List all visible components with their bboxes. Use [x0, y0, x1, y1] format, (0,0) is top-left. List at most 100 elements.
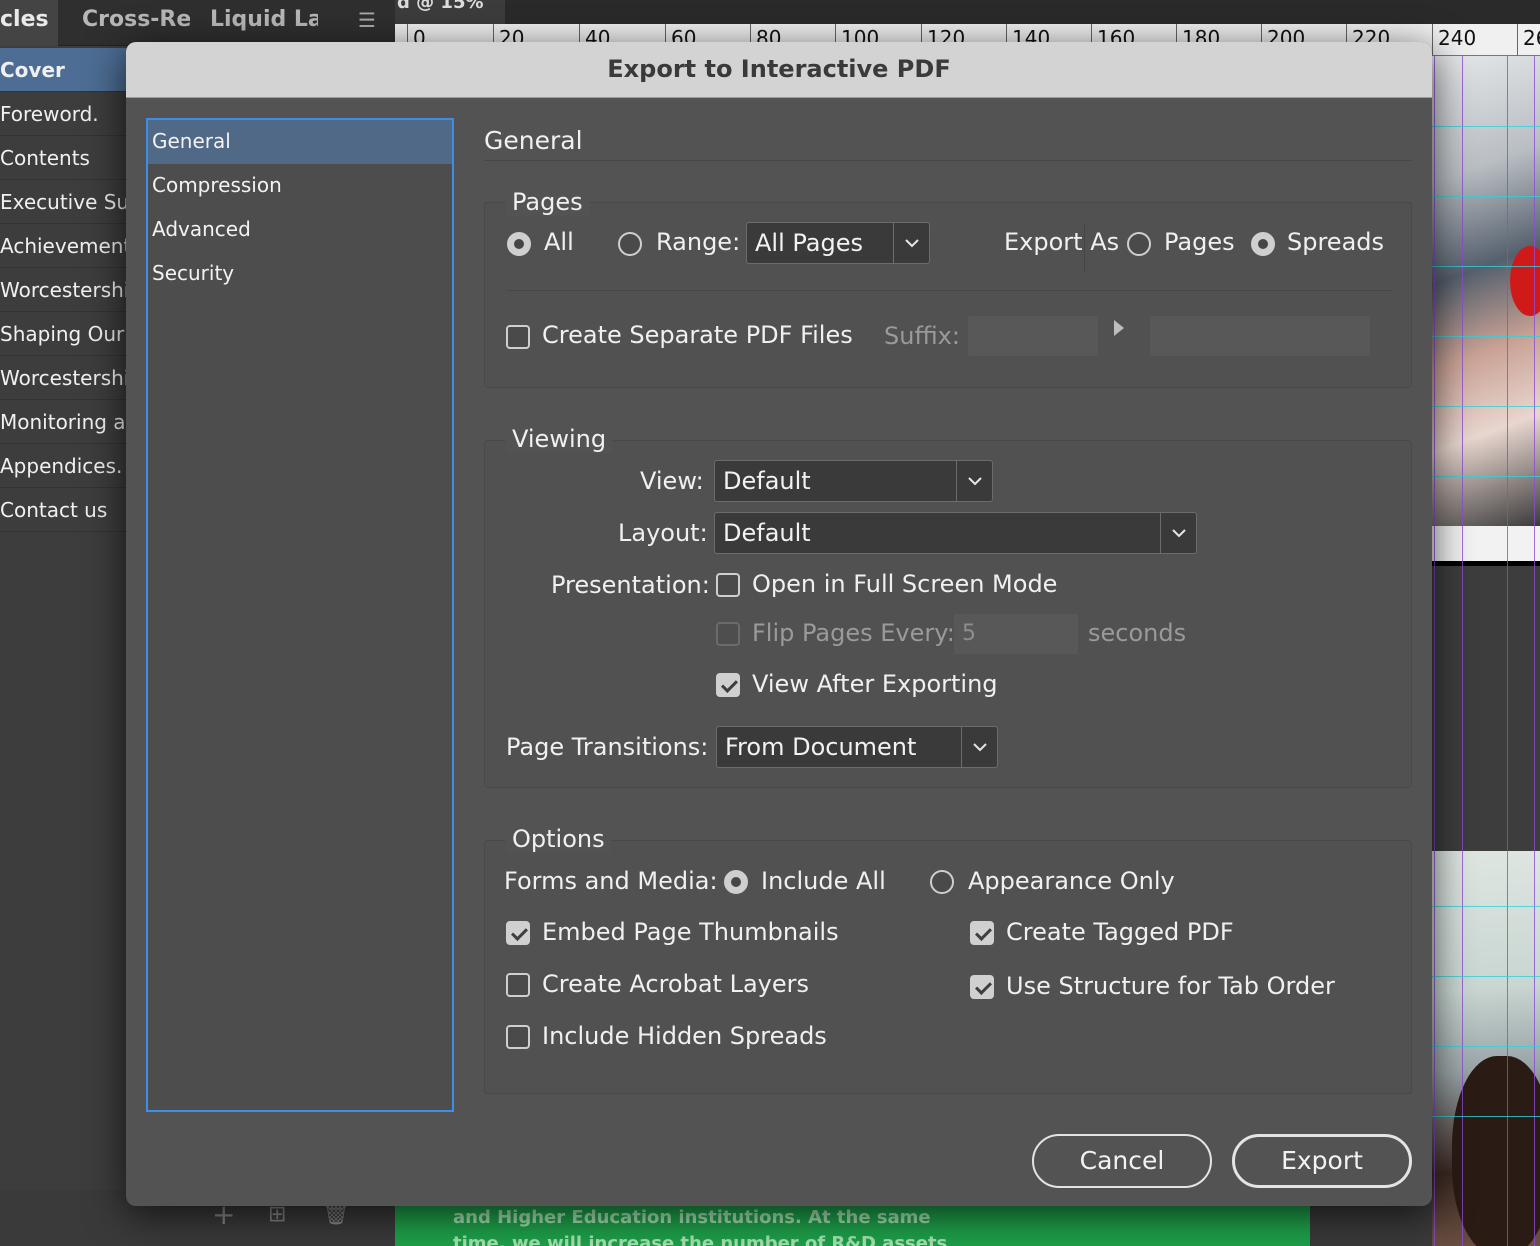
nav-item-compression[interactable]: Compression [148, 164, 452, 208]
list-item[interactable]: Contents [0, 136, 126, 180]
column-guide [1462, 56, 1463, 1246]
range-label: Range: [656, 228, 741, 256]
separate-pdf-label: Create Separate PDF Files [542, 321, 853, 349]
embed-thumbnails-checkbox[interactable] [506, 921, 530, 945]
articles-list: Cover Foreword. Contents Executive Sur A… [0, 46, 126, 1206]
flip-pages-label: Flip Pages Every: [752, 619, 955, 647]
nav-item-general[interactable]: General [148, 120, 452, 164]
all-pages-radio[interactable] [507, 232, 531, 256]
export-button[interactable]: Export [1232, 1134, 1412, 1188]
appearance-only-radio[interactable] [930, 870, 954, 894]
list-item[interactable]: Achievement [0, 224, 126, 268]
view-select[interactable]: Default [714, 460, 993, 502]
chevron-down-icon[interactable] [956, 461, 992, 501]
divider [484, 160, 1412, 161]
baseline-guide [1432, 976, 1540, 977]
canvas-text-line: time, we will increase the number of R&D… [453, 1233, 948, 1246]
options-legend: Options [506, 825, 611, 853]
full-screen-checkbox[interactable] [716, 573, 740, 597]
canvas-text: and Higher Education institutions. At th… [453, 1205, 953, 1246]
list-item[interactable]: Executive Sur [0, 180, 126, 224]
list-item[interactable]: Shaping Our [0, 312, 126, 356]
suffix-label: Suffix: [884, 322, 960, 350]
tab-order-checkbox[interactable] [970, 975, 994, 999]
panel-tab-liquid-layout[interactable]: Liquid La [210, 0, 318, 46]
list-item[interactable]: Monitoring ai [0, 400, 126, 444]
forms-media-label: Forms and Media: [504, 867, 718, 895]
page-transitions-select[interactable]: From Document [716, 726, 998, 768]
baseline-guide [1432, 1116, 1540, 1117]
full-screen-label: Open in Full Screen Mode [752, 570, 1058, 598]
hidden-spreads-checkbox[interactable] [506, 1025, 530, 1049]
seconds-label: seconds [1088, 619, 1187, 647]
dialog-title: Export to Interactive PDF [607, 55, 951, 83]
export-spreads-label: Spreads [1287, 228, 1385, 256]
photo-detail [1452, 1056, 1540, 1246]
hidden-spreads-label: Include Hidden Spreads [542, 1022, 827, 1050]
baseline-guide [1432, 1046, 1540, 1047]
view-after-export-checkbox[interactable] [716, 673, 740, 697]
cancel-button[interactable]: Cancel [1032, 1134, 1212, 1188]
suffix-token-field[interactable] [1150, 316, 1370, 356]
baseline-guide [1432, 476, 1540, 477]
column-guide [1507, 56, 1508, 1246]
suffix-field[interactable] [968, 316, 1098, 356]
export-pdf-dialog: Export to Interactive PDF General Compre… [126, 42, 1432, 1206]
chevron-down-icon[interactable] [961, 727, 997, 767]
nav-item-advanced[interactable]: Advanced [148, 208, 452, 252]
tab-order-label: Use Structure for Tab Order [1006, 972, 1335, 1000]
range-radio[interactable] [618, 232, 642, 256]
caret-right-icon[interactable] [1114, 320, 1124, 336]
layout-select[interactable]: Default [714, 512, 1197, 554]
list-item[interactable]: Appendices. [0, 444, 126, 488]
nav-item-security[interactable]: Security [148, 252, 452, 296]
page-transitions-label: Page Transitions: [506, 733, 709, 761]
column-guide [1534, 56, 1535, 1246]
export-pages-radio[interactable] [1127, 232, 1151, 256]
category-list: General Compression Advanced Security [146, 118, 454, 1112]
flip-seconds-field[interactable]: 5 [954, 614, 1078, 654]
appearance-only-label: Appearance Only [968, 867, 1175, 895]
panel-tab-cross-references[interactable]: Cross-Re [82, 0, 190, 46]
divider [506, 290, 1392, 291]
acrobat-layers-label: Create Acrobat Layers [542, 970, 809, 998]
list-item[interactable]: Contact us [0, 488, 126, 532]
include-all-radio[interactable] [724, 870, 748, 894]
export-pages-label: Pages [1164, 228, 1235, 256]
pages-group [484, 202, 1412, 388]
acrobat-layers-checkbox[interactable] [506, 973, 530, 997]
embed-thumbnails-label: Embed Page Thumbnails [542, 918, 839, 946]
baseline-guide [1432, 126, 1540, 127]
list-item[interactable]: Worcestershi [0, 268, 126, 312]
column-guide [1434, 56, 1435, 1246]
pages-legend: Pages [506, 188, 589, 216]
chevron-down-icon[interactable] [893, 223, 929, 263]
baseline-guide [1432, 266, 1540, 267]
include-all-label: Include All [761, 867, 886, 895]
chevron-down-icon[interactable] [1160, 513, 1196, 553]
separate-pdf-checkbox[interactable] [506, 325, 530, 349]
list-item[interactable]: Cover [0, 48, 126, 92]
flip-pages-checkbox[interactable] [716, 622, 740, 646]
presentation-label: Presentation: [551, 571, 710, 599]
baseline-guide [1432, 906, 1540, 907]
ruler-tick [1432, 24, 1433, 56]
hamburger-menu-icon[interactable]: ☰ [358, 8, 386, 32]
ruler-label: 26 [1523, 26, 1540, 50]
layout-label: Layout: [618, 519, 708, 547]
view-label: View: [640, 467, 704, 495]
range-select[interactable]: All Pages [746, 222, 930, 264]
flip-seconds-value: 5 [962, 621, 976, 646]
ruler-tick [1517, 24, 1518, 56]
tagged-pdf-checkbox[interactable] [970, 921, 994, 945]
document-tab[interactable]: d @ 15% [395, 0, 505, 24]
export-as-label: Export As [1004, 228, 1120, 256]
dialog-titlebar[interactable]: Export to Interactive PDF [126, 42, 1432, 98]
list-item[interactable]: Foreword. [0, 92, 126, 136]
baseline-guide [1432, 406, 1540, 407]
document-canvas: and Higher Education institutions. At th… [395, 1205, 1310, 1246]
list-item[interactable]: Worcestershi [0, 356, 126, 400]
panel-tab-articles[interactable]: cles [0, 0, 58, 46]
baseline-guide [1432, 196, 1540, 197]
export-spreads-radio[interactable] [1251, 232, 1275, 256]
